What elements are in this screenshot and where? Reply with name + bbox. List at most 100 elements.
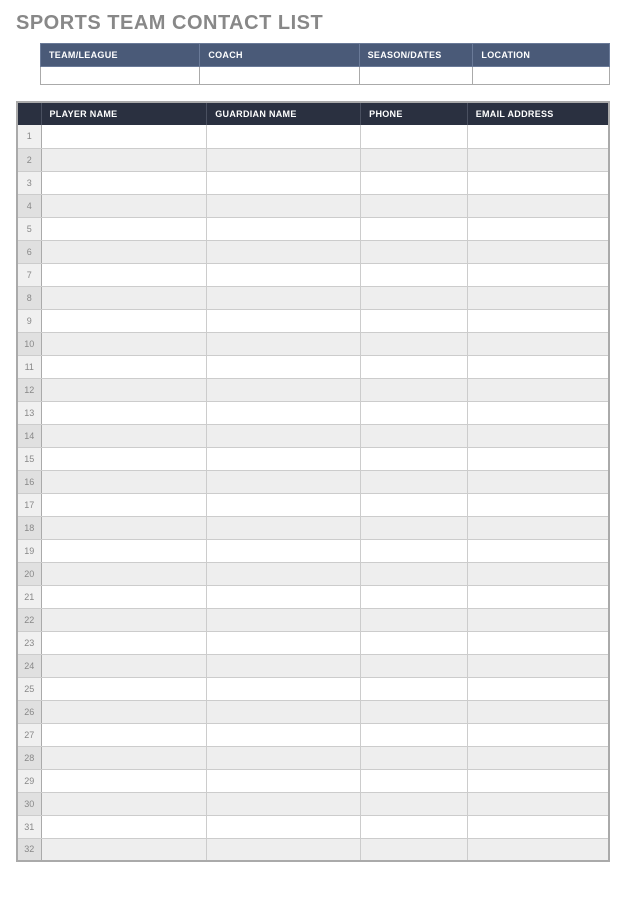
cell-email[interactable]	[467, 424, 609, 447]
cell-guardian-name[interactable]	[207, 286, 361, 309]
cell-player-name[interactable]	[41, 286, 207, 309]
cell-phone[interactable]	[361, 424, 468, 447]
cell-guardian-name[interactable]	[207, 700, 361, 723]
cell-phone[interactable]	[361, 838, 468, 861]
info-cell-coach[interactable]	[200, 67, 359, 85]
cell-player-name[interactable]	[41, 493, 207, 516]
cell-phone[interactable]	[361, 194, 468, 217]
cell-email[interactable]	[467, 516, 609, 539]
cell-guardian-name[interactable]	[207, 815, 361, 838]
cell-phone[interactable]	[361, 654, 468, 677]
cell-email[interactable]	[467, 746, 609, 769]
cell-player-name[interactable]	[41, 700, 207, 723]
cell-email[interactable]	[467, 700, 609, 723]
cell-phone[interactable]	[361, 309, 468, 332]
cell-phone[interactable]	[361, 240, 468, 263]
cell-email[interactable]	[467, 654, 609, 677]
cell-email[interactable]	[467, 125, 609, 148]
cell-phone[interactable]	[361, 769, 468, 792]
cell-phone[interactable]	[361, 608, 468, 631]
cell-email[interactable]	[467, 792, 609, 815]
cell-player-name[interactable]	[41, 240, 207, 263]
cell-guardian-name[interactable]	[207, 355, 361, 378]
cell-guardian-name[interactable]	[207, 470, 361, 493]
cell-email[interactable]	[467, 148, 609, 171]
cell-guardian-name[interactable]	[207, 217, 361, 240]
cell-player-name[interactable]	[41, 516, 207, 539]
cell-email[interactable]	[467, 838, 609, 861]
cell-email[interactable]	[467, 194, 609, 217]
cell-guardian-name[interactable]	[207, 447, 361, 470]
cell-player-name[interactable]	[41, 769, 207, 792]
cell-phone[interactable]	[361, 585, 468, 608]
cell-guardian-name[interactable]	[207, 194, 361, 217]
cell-phone[interactable]	[361, 493, 468, 516]
cell-guardian-name[interactable]	[207, 171, 361, 194]
cell-guardian-name[interactable]	[207, 148, 361, 171]
info-cell-season-dates[interactable]	[359, 67, 473, 85]
cell-player-name[interactable]	[41, 447, 207, 470]
cell-phone[interactable]	[361, 378, 468, 401]
cell-player-name[interactable]	[41, 378, 207, 401]
cell-phone[interactable]	[361, 332, 468, 355]
cell-player-name[interactable]	[41, 585, 207, 608]
cell-email[interactable]	[467, 217, 609, 240]
cell-phone[interactable]	[361, 700, 468, 723]
cell-email[interactable]	[467, 263, 609, 286]
cell-player-name[interactable]	[41, 194, 207, 217]
cell-player-name[interactable]	[41, 815, 207, 838]
cell-guardian-name[interactable]	[207, 677, 361, 700]
cell-player-name[interactable]	[41, 263, 207, 286]
cell-phone[interactable]	[361, 792, 468, 815]
cell-email[interactable]	[467, 493, 609, 516]
cell-player-name[interactable]	[41, 148, 207, 171]
cell-email[interactable]	[467, 723, 609, 746]
cell-guardian-name[interactable]	[207, 631, 361, 654]
cell-guardian-name[interactable]	[207, 378, 361, 401]
cell-phone[interactable]	[361, 355, 468, 378]
cell-guardian-name[interactable]	[207, 309, 361, 332]
cell-guardian-name[interactable]	[207, 562, 361, 585]
cell-player-name[interactable]	[41, 631, 207, 654]
cell-player-name[interactable]	[41, 470, 207, 493]
cell-phone[interactable]	[361, 746, 468, 769]
cell-guardian-name[interactable]	[207, 240, 361, 263]
cell-phone[interactable]	[361, 677, 468, 700]
cell-phone[interactable]	[361, 401, 468, 424]
cell-phone[interactable]	[361, 171, 468, 194]
cell-player-name[interactable]	[41, 562, 207, 585]
info-cell-team-league[interactable]	[41, 67, 200, 85]
cell-guardian-name[interactable]	[207, 769, 361, 792]
cell-phone[interactable]	[361, 723, 468, 746]
cell-player-name[interactable]	[41, 838, 207, 861]
info-cell-location[interactable]	[473, 67, 610, 85]
cell-phone[interactable]	[361, 815, 468, 838]
cell-email[interactable]	[467, 585, 609, 608]
cell-guardian-name[interactable]	[207, 838, 361, 861]
cell-guardian-name[interactable]	[207, 654, 361, 677]
cell-email[interactable]	[467, 631, 609, 654]
cell-email[interactable]	[467, 562, 609, 585]
cell-guardian-name[interactable]	[207, 585, 361, 608]
cell-email[interactable]	[467, 470, 609, 493]
cell-phone[interactable]	[361, 263, 468, 286]
cell-email[interactable]	[467, 447, 609, 470]
cell-phone[interactable]	[361, 516, 468, 539]
cell-player-name[interactable]	[41, 677, 207, 700]
cell-phone[interactable]	[361, 286, 468, 309]
cell-email[interactable]	[467, 769, 609, 792]
cell-email[interactable]	[467, 815, 609, 838]
cell-email[interactable]	[467, 401, 609, 424]
cell-guardian-name[interactable]	[207, 608, 361, 631]
cell-phone[interactable]	[361, 447, 468, 470]
cell-guardian-name[interactable]	[207, 539, 361, 562]
cell-phone[interactable]	[361, 562, 468, 585]
cell-phone[interactable]	[361, 539, 468, 562]
cell-guardian-name[interactable]	[207, 516, 361, 539]
cell-player-name[interactable]	[41, 723, 207, 746]
cell-guardian-name[interactable]	[207, 723, 361, 746]
cell-phone[interactable]	[361, 125, 468, 148]
cell-player-name[interactable]	[41, 171, 207, 194]
cell-player-name[interactable]	[41, 125, 207, 148]
cell-email[interactable]	[467, 309, 609, 332]
